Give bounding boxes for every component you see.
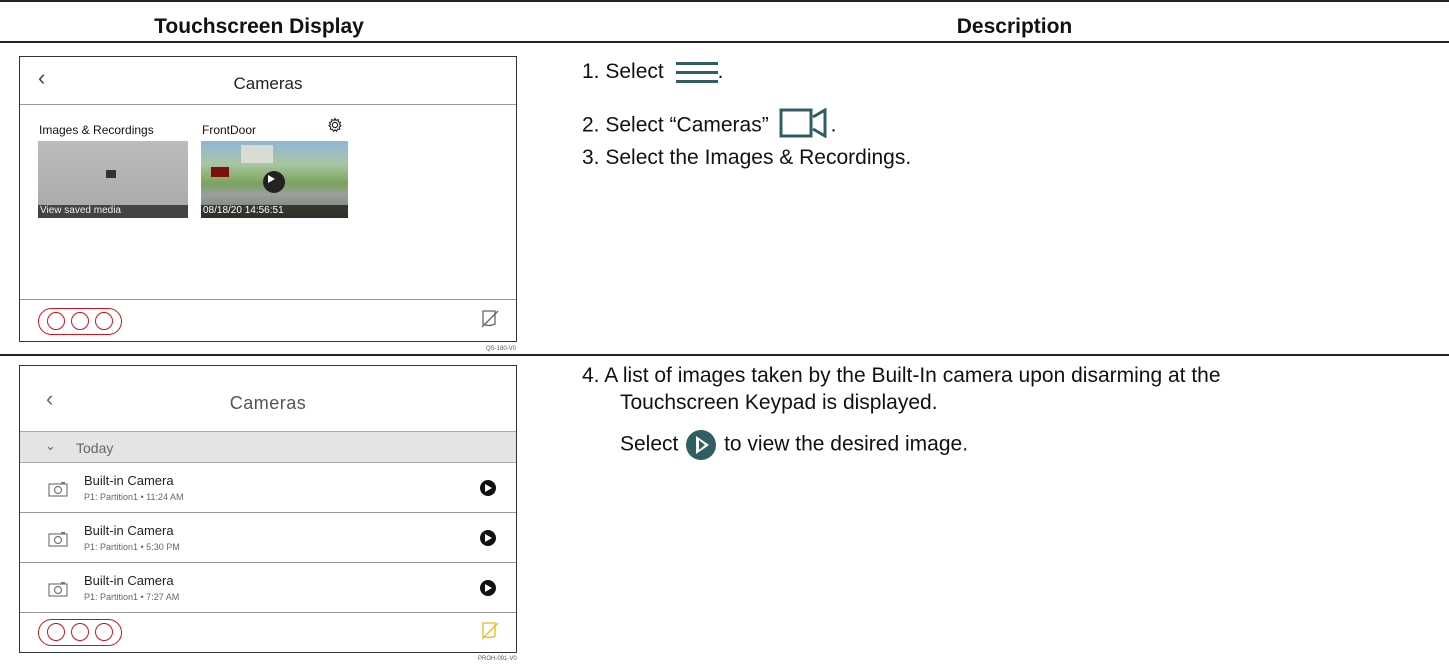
list-item[interactable]: Built-in Camera P1: Partition1 • 11:24 A… [20, 463, 516, 513]
row-subtitle: P1: Partition1 • 5:30 PM [84, 542, 180, 552]
tile-caption-frontdoor: 08/18/20 14:56:51 [201, 205, 348, 218]
row-title: Built-in Camera [84, 523, 174, 538]
step-1-text: 1. Select [582, 60, 664, 83]
header-rule [0, 41, 1449, 43]
tile-label-images: Images & Recordings [39, 123, 154, 137]
row-divider [0, 354, 1449, 356]
step-3: 3. Select the Images & Recordings. [582, 146, 912, 169]
play-icon[interactable] [480, 530, 496, 546]
header-description: Description [956, 15, 1073, 38]
step-2-end: . [830, 113, 837, 137]
step-4b-prefix: Select [620, 432, 679, 456]
chevron-down-icon: ⌄ [45, 438, 56, 453]
group-header-today[interactable]: ⌄ Today [20, 431, 516, 463]
row-subtitle: P1: Partition1 • 7:27 AM [84, 592, 180, 602]
header-touchscreen: Touchscreen Display [154, 15, 364, 38]
tile-images-recordings[interactable]: View saved media [38, 141, 188, 218]
step-1-end: . [717, 60, 724, 83]
video-camera-icon [779, 107, 831, 144]
step-4-line1: 4. A list of images taken by the Built-I… [582, 364, 1221, 387]
medical-icon[interactable] [71, 623, 89, 641]
mailbox-shape [211, 167, 229, 177]
step-1: 1. Select . [582, 60, 723, 84]
play-icon-frontdoor[interactable] [263, 171, 285, 193]
step-2-text: 2. Select “Cameras” [582, 113, 769, 137]
cameras-screen-2: ‹ Cameras ⌄ Today Built-in Camera P1: Pa… [19, 365, 517, 653]
figure-code-2: PROH-091-V0 [478, 656, 517, 662]
house-shape [241, 145, 273, 163]
fire-icon[interactable] [47, 623, 65, 641]
list-item[interactable]: Built-in Camera P1: Partition1 • 7:27 AM [20, 563, 516, 613]
tile-caption-images: View saved media [38, 205, 188, 218]
step-2: 2. Select “Cameras” . [582, 107, 837, 144]
clapper-icon [106, 170, 116, 178]
group-label: Today [76, 440, 114, 456]
camera-icon [48, 481, 68, 502]
tile-frontdoor[interactable]: 08/18/20 14:56:51 [201, 141, 348, 218]
cameras-screen-1: ‹ Cameras Images & Recordings FrontDoor … [19, 56, 517, 342]
step-4b: Select to view the desired image. [620, 430, 968, 460]
menu-icon [675, 61, 718, 84]
top-rule [0, 0, 1449, 2]
no-sound-icon[interactable] [480, 309, 500, 334]
footer-divider [20, 299, 516, 300]
police-icon[interactable] [95, 312, 113, 330]
emergency-buttons-2[interactable] [38, 619, 122, 646]
row-title: Built-in Camera [84, 473, 174, 488]
play-icon[interactable] [480, 480, 496, 496]
step-4-line2: Touchscreen Keypad is displayed. [620, 391, 938, 414]
no-sound-icon-2[interactable] [480, 621, 500, 646]
police-icon[interactable] [95, 623, 113, 641]
emergency-buttons[interactable] [38, 308, 122, 335]
play-icon[interactable] [480, 580, 496, 596]
figure-code-1: QS-180-V0 [486, 346, 517, 352]
medical-icon[interactable] [71, 312, 89, 330]
list-item[interactable]: Built-in Camera P1: Partition1 • 5:30 PM [20, 513, 516, 563]
row-subtitle: P1: Partition1 • 11:24 AM [84, 492, 184, 502]
tile-label-frontdoor: FrontDoor [202, 123, 257, 137]
gear-icon[interactable] [327, 117, 343, 138]
fire-icon[interactable] [47, 312, 65, 330]
play-icon-inline [686, 430, 717, 460]
row-title: Built-in Camera [84, 573, 174, 588]
camera-icon [48, 531, 68, 552]
screen-title-2: Cameras [229, 393, 307, 413]
title-divider [20, 104, 516, 105]
step-4b-suffix: to view the desired image. [724, 432, 969, 456]
screen-title: Cameras [233, 74, 303, 93]
camera-icon [48, 581, 68, 602]
